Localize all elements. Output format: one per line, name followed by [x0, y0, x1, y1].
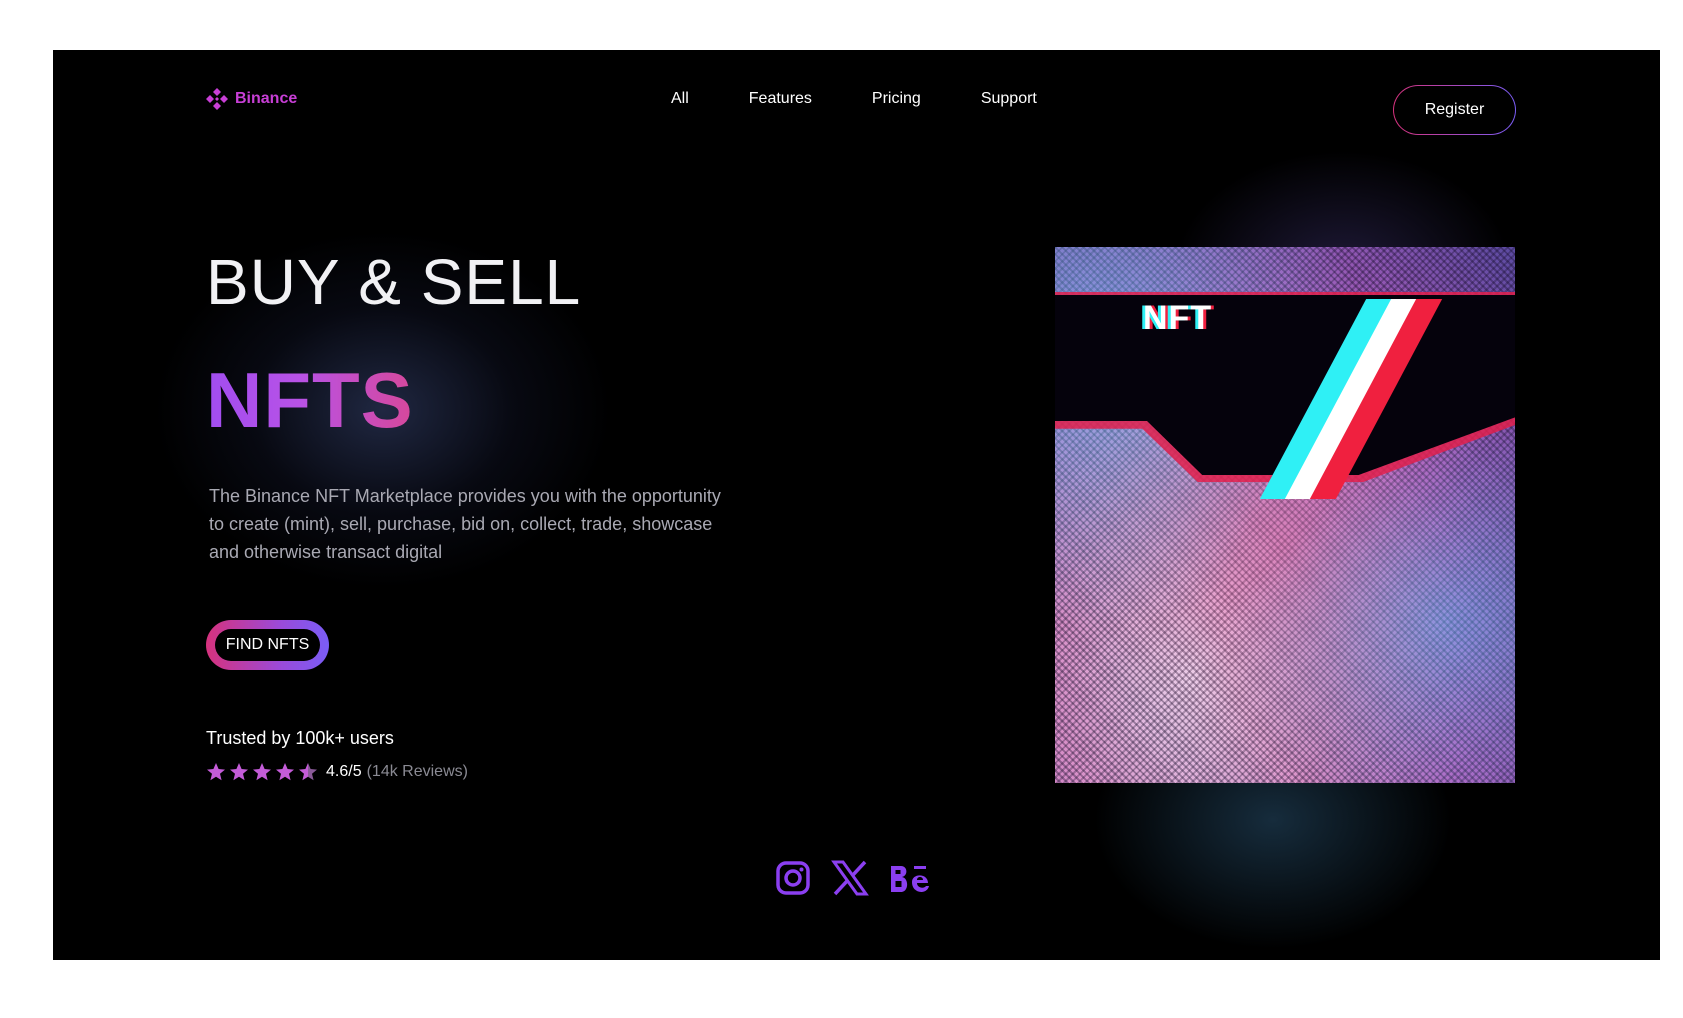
nav-item-all[interactable]: All [671, 90, 689, 108]
nav-item-features[interactable]: Features [749, 90, 812, 108]
artwork-nft-label: NFT [1143, 299, 1213, 337]
rating-stars [206, 762, 318, 782]
hero-title-line1: BUY & SELL [206, 246, 582, 318]
find-nfts-button[interactable]: FIND NFTS [206, 620, 329, 670]
social-links [775, 860, 931, 896]
main-nav: All Features Pricing Support [671, 90, 1097, 108]
brand-name: Binance [235, 90, 298, 107]
nav-item-pricing[interactable]: Pricing [872, 90, 921, 108]
star-half-icon [299, 763, 317, 781]
nav-item-support[interactable]: Support [981, 90, 1037, 108]
x-icon[interactable] [831, 860, 869, 896]
rating-score: 4.6/5 [326, 763, 362, 780]
rating: 4.6/5 (14k Reviews) [206, 762, 468, 782]
instagram-icon[interactable] [775, 860, 811, 896]
brand-logo[interactable]: Binance [205, 87, 297, 111]
star-icon [253, 763, 271, 781]
hero-title-line2: NFTS [206, 356, 414, 444]
trusted-text: Trusted by 100k+ users [206, 728, 394, 748]
binance-logo-icon [206, 88, 228, 110]
hero-frame: Binance All Features Pricing Support Reg… [53, 50, 1660, 960]
star-icon [230, 763, 248, 781]
star-icon [207, 763, 225, 781]
hero-description: The Binance NFT Marketplace provides you… [209, 486, 721, 562]
rating-reviews: (14k Reviews) [366, 763, 468, 780]
behance-icon[interactable] [889, 860, 931, 896]
star-icon [276, 763, 294, 781]
register-button[interactable]: Register [1393, 85, 1516, 135]
nft-artwork-image: NFT [1055, 247, 1515, 783]
find-nfts-button-label: FIND NFTS [215, 629, 320, 661]
